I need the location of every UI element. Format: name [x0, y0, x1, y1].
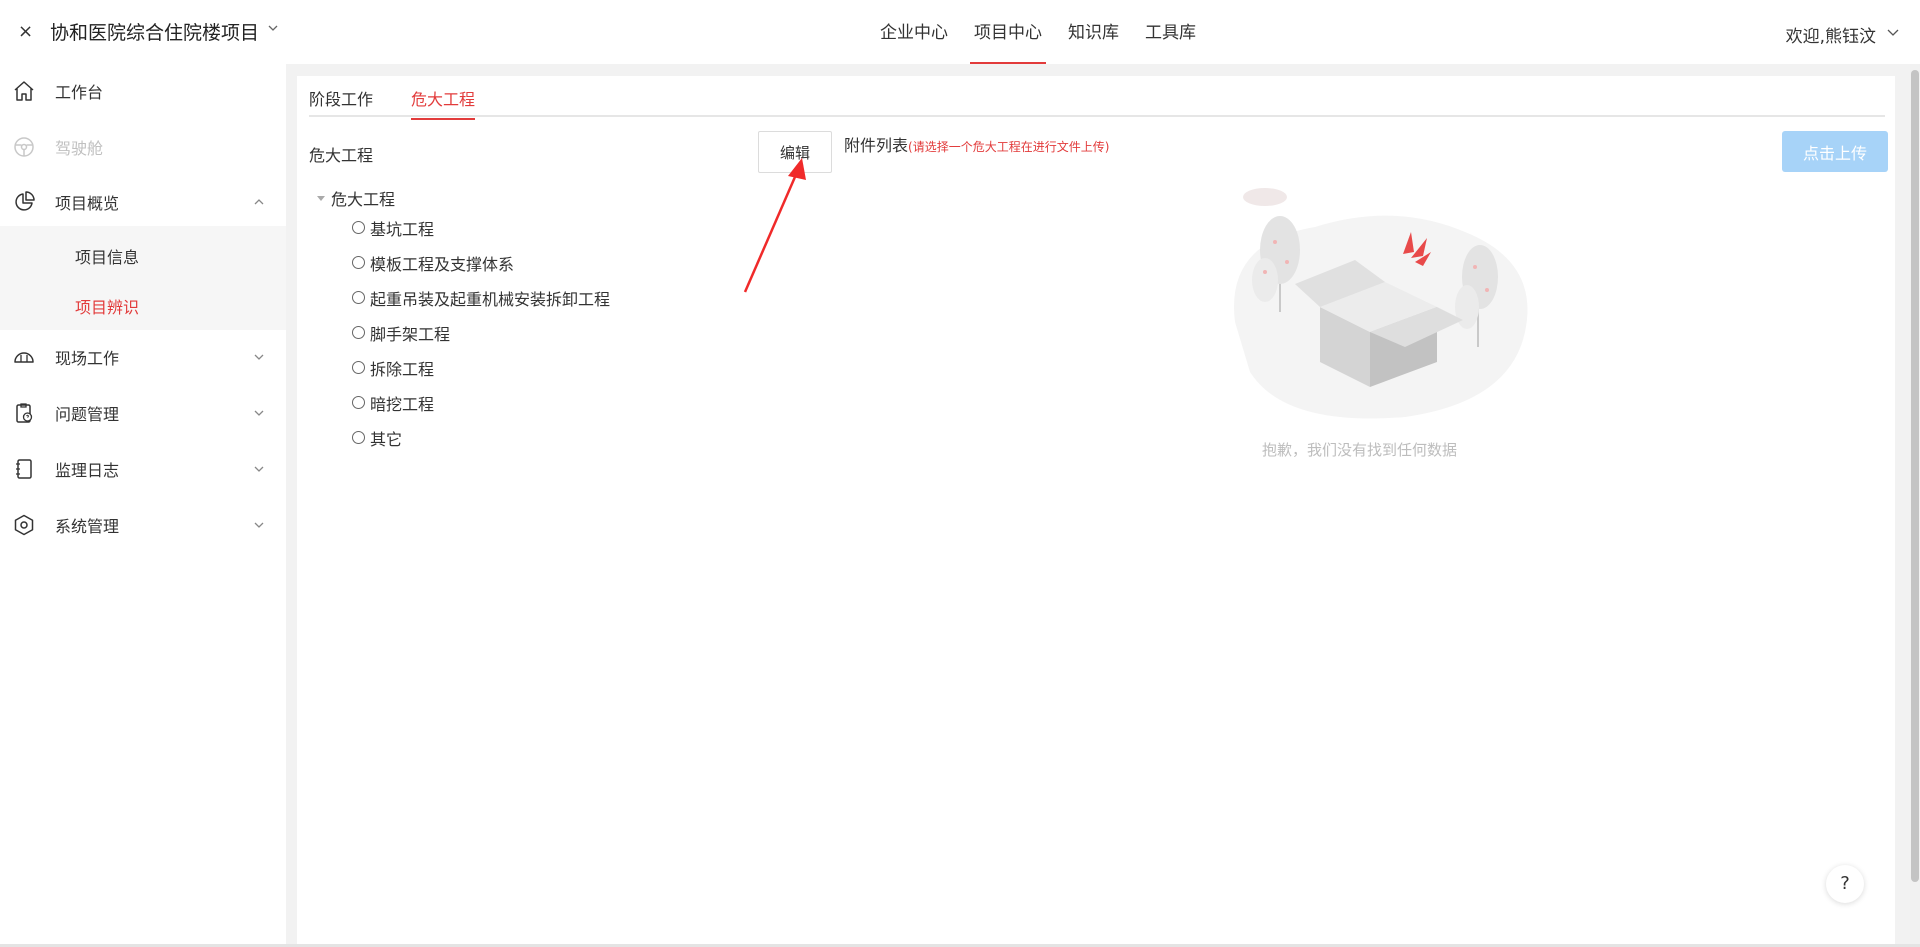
- top-bar: × 协和医院综合住院楼项目 企业中心 项目中心 知识库 工具库 欢迎,熊钰汶: [0, 0, 1920, 64]
- chevron-down-icon: [254, 466, 264, 472]
- sidebar-item-cockpit[interactable]: 驾驶舱: [0, 120, 286, 174]
- section-title: 危大工程: [309, 146, 374, 165]
- chevron-down-icon: [254, 522, 264, 528]
- tree-node-label: 模板工程及支撑体系: [370, 254, 515, 274]
- radio-icon[interactable]: [352, 396, 365, 409]
- attachment-list-title: 附件列表(请选择一个危大工程在进行文件上传): [844, 132, 1109, 156]
- sidebar-submenu: 项目信息 项目辨识: [0, 226, 286, 330]
- sidebar-subitem-project-info[interactable]: 项目信息: [75, 244, 139, 268]
- main-card: 阶段工作 危大工程 危大工程 编辑 危大工程 基坑工程 模板工程及支撑体系 起重…: [297, 76, 1895, 947]
- sidebar-item-label: 项目概览: [55, 194, 120, 213]
- tree-node-other[interactable]: 其它: [352, 420, 610, 455]
- notebook-icon: [16, 459, 32, 479]
- attachment-title-label: 附件列表: [844, 136, 909, 155]
- tree-list: 基坑工程 模板工程及支撑体系 起重吊装及起重机械安装拆卸工程 脚手架工程 拆除工…: [352, 210, 610, 455]
- home-icon: [14, 81, 34, 101]
- radio-icon[interactable]: [352, 291, 365, 304]
- chevron-down-icon[interactable]: [266, 21, 280, 35]
- sidebar-item-issue-management[interactable]: 问题管理: [0, 386, 286, 440]
- sidebar-item-label: 问题管理: [55, 405, 120, 424]
- annotation-arrow-icon: [743, 158, 806, 293]
- tree-node-excavation[interactable]: 暗挖工程: [352, 385, 610, 420]
- top-nav: 企业中心 项目中心 知识库 工具库: [880, 0, 1222, 64]
- hexagon-settings-icon: [14, 514, 34, 536]
- empty-state-text: 抱歉，我们没有找到任何数据: [1262, 441, 1458, 459]
- sidebar-item-label: 现场工作: [55, 349, 120, 368]
- sidebar-item-system-management[interactable]: 系统管理: [0, 498, 286, 552]
- nav-enterprise-center[interactable]: 企业中心: [880, 0, 948, 64]
- tab-hazardous-projects[interactable]: 危大工程: [411, 86, 476, 120]
- sidebar-item-label: 系统管理: [55, 517, 120, 536]
- caret-down-icon[interactable]: [317, 195, 325, 201]
- tree-node-formwork[interactable]: 模板工程及支撑体系: [352, 245, 610, 280]
- radio-icon[interactable]: [352, 431, 365, 444]
- sidebar-item-project-overview[interactable]: 项目概览: [0, 175, 286, 229]
- chevron-down-icon: [254, 354, 264, 360]
- tab-bar: 阶段工作 危大工程: [309, 76, 1885, 120]
- tree-node-label: 基坑工程: [370, 219, 435, 239]
- chevron-down-icon: [254, 410, 264, 416]
- empty-box-illustration: [1234, 188, 1528, 419]
- tree-node-label: 脚手架工程: [370, 324, 451, 344]
- tree-node-label: 拆除工程: [370, 359, 435, 379]
- steering-wheel-icon: [14, 137, 34, 157]
- tree-node-hoisting[interactable]: 起重吊装及起重机械安装拆卸工程: [352, 280, 610, 315]
- tree-node-demolition[interactable]: 拆除工程: [352, 350, 610, 385]
- tab-stage-work[interactable]: 阶段工作: [309, 86, 373, 118]
- chevron-down-icon[interactable]: [1886, 25, 1900, 39]
- sidebar-item-supervision-log[interactable]: 监理日志: [0, 442, 286, 496]
- tree-root[interactable]: 危大工程: [317, 186, 395, 210]
- tree-node-label: 其它: [370, 429, 403, 449]
- sidebar-subitem-project-identification[interactable]: 项目辨识: [75, 294, 139, 318]
- sidebar-item-label: 工作台: [55, 83, 104, 102]
- clipboard-question-icon: [16, 403, 33, 423]
- sidebar: 工作台 驾驶舱 项目概览 项目信息 项目辨识 现场工作 问题管理 监理日志 系统…: [0, 64, 286, 947]
- user-welcome[interactable]: 欢迎,熊钰汶: [1786, 22, 1876, 47]
- scrollbar-thumb[interactable]: [1911, 70, 1919, 882]
- tree-node-foundation-pit[interactable]: 基坑工程: [352, 210, 610, 245]
- chevron-up-icon: [254, 199, 264, 205]
- nav-project-center[interactable]: 项目中心: [970, 0, 1046, 64]
- tree-node-label: 暗挖工程: [370, 394, 435, 414]
- radio-icon[interactable]: [352, 221, 365, 234]
- helmet-icon: [14, 352, 34, 363]
- nav-knowledge-base[interactable]: 知识库: [1068, 0, 1119, 64]
- upload-button[interactable]: 点击上传: [1782, 131, 1888, 172]
- radio-icon[interactable]: [352, 256, 365, 269]
- tree-node-scaffolding[interactable]: 脚手架工程: [352, 315, 610, 350]
- tree-root-label: 危大工程: [331, 190, 396, 209]
- sidebar-item-site-work[interactable]: 现场工作: [0, 330, 286, 384]
- project-title[interactable]: 协和医院综合住院楼项目: [50, 18, 259, 45]
- help-button[interactable]: ?: [1826, 865, 1864, 903]
- radio-icon[interactable]: [352, 326, 365, 339]
- tree-node-label: 起重吊装及起重机械安装拆卸工程: [370, 289, 611, 309]
- nav-toolbox[interactable]: 工具库: [1145, 0, 1196, 64]
- sidebar-item-workbench[interactable]: 工作台: [0, 64, 286, 118]
- radio-icon[interactable]: [352, 361, 365, 374]
- sidebar-item-label: 监理日志: [55, 461, 120, 480]
- attachment-hint: (请选择一个危大工程在进行文件上传): [908, 140, 1110, 154]
- pie-chart-icon: [15, 191, 35, 211]
- close-icon[interactable]: ×: [18, 20, 33, 44]
- sidebar-item-label: 驾驶舱: [55, 139, 104, 158]
